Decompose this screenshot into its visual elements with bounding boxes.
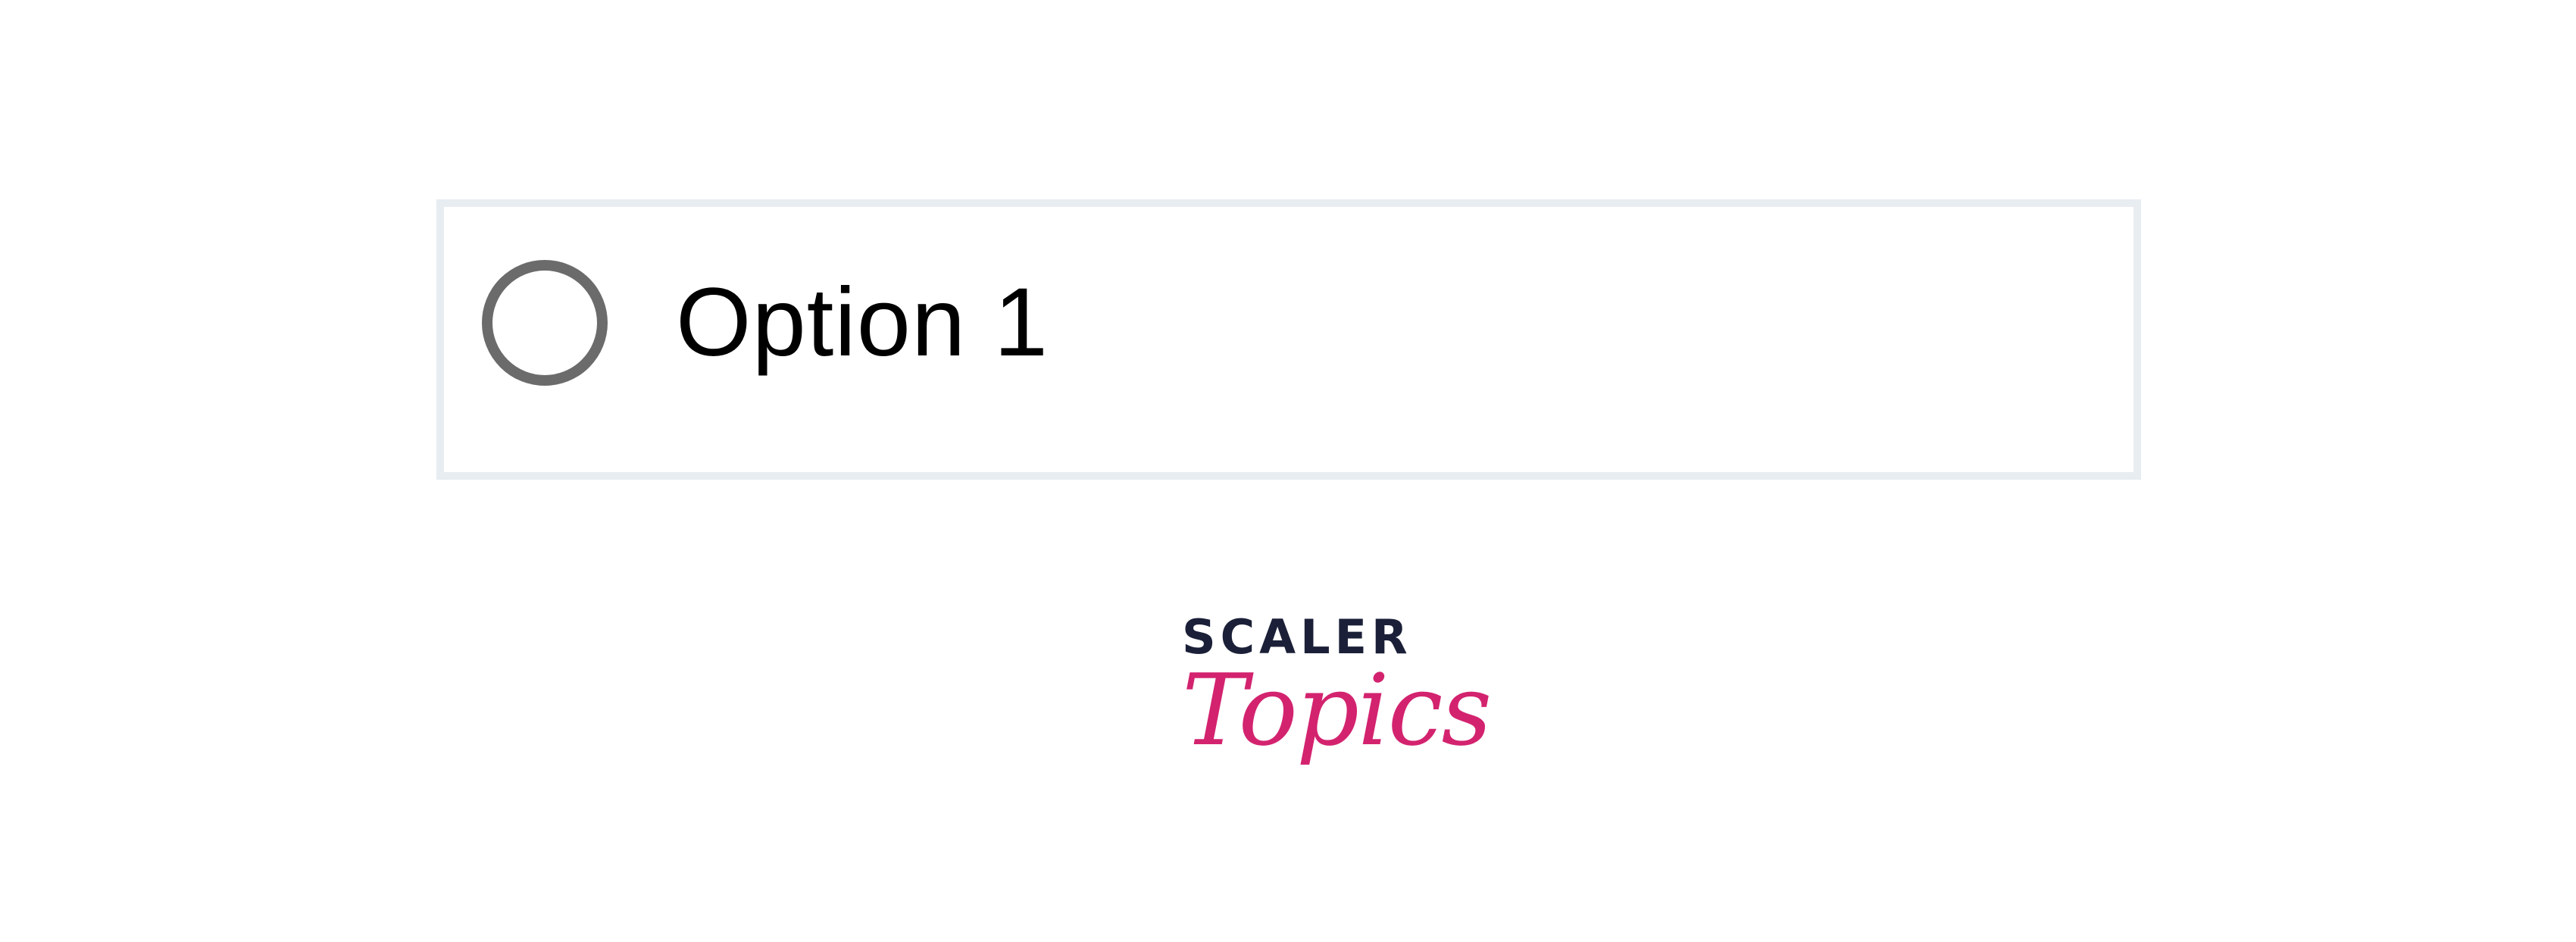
- scaler-topics-logo: SCALER Topics: [1182, 614, 1492, 811]
- radio-option-card: Option 1: [436, 199, 2141, 480]
- radio-option-label: Option 1: [676, 268, 1049, 377]
- logo-topics-text: Topics: [1182, 653, 1492, 768]
- radio-button-unchecked-icon[interactable]: [482, 260, 608, 386]
- radio-option-1[interactable]: Option 1: [482, 260, 1049, 386]
- page-canvas: Option 1 SCALER Topics: [0, 0, 2576, 942]
